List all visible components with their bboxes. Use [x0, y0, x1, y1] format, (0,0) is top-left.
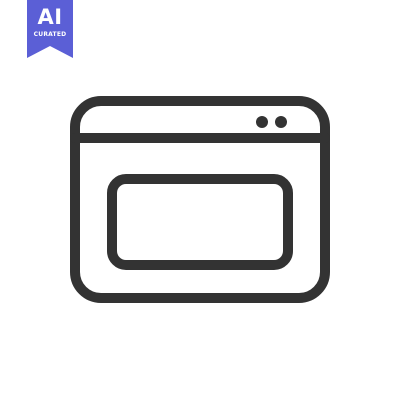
window-dot-1: [256, 116, 268, 128]
content-panel: [107, 174, 293, 270]
canvas: AI CURATED: [0, 0, 400, 400]
window-dot-2: [275, 116, 287, 128]
browser-window-icon: [70, 96, 330, 303]
